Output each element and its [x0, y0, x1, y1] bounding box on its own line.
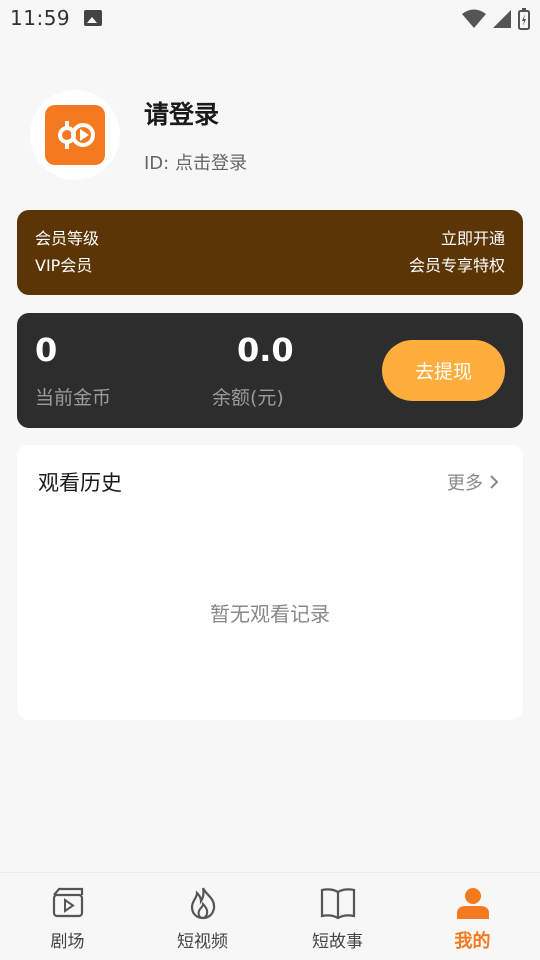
vip-level-label: 会员等级: [35, 229, 100, 248]
nav-item-theater[interactable]: 剧场: [0, 873, 135, 960]
nav-item-short-story[interactable]: 短故事: [270, 873, 405, 960]
vip-benefit-label: 会员专享特权: [408, 256, 505, 275]
bottom-nav: 剧场 短视频 短故事 我的: [0, 872, 540, 960]
balance-label: 余额(元): [212, 387, 284, 409]
nav-label-short-video: 短视频: [177, 932, 228, 952]
user-id-text[interactable]: ID: 点击登录: [144, 149, 247, 175]
vip-membership-card[interactable]: 会员等级 VIP会员 立即开通 会员专享特权: [17, 210, 523, 295]
coins-value: 0: [35, 331, 58, 369]
nav-label-theater: 剧场: [50, 932, 85, 952]
theater-icon: [50, 885, 86, 921]
balance-value: 0.0: [237, 331, 294, 369]
avatar[interactable]: [30, 90, 120, 180]
status-indicators: [462, 8, 530, 30]
user-icon: [455, 885, 491, 921]
nav-item-short-video[interactable]: 短视频: [135, 873, 270, 960]
coins-label: 当前金币: [35, 387, 112, 409]
vip-level-value: VIP会员: [35, 256, 93, 275]
vip-open-link[interactable]: 立即开通: [409, 228, 505, 250]
nav-label-mine: 我的: [454, 931, 491, 952]
app-logo-icon: [45, 105, 105, 165]
login-prompt[interactable]: 请登录: [144, 95, 247, 131]
withdraw-button[interactable]: 去提现: [382, 340, 505, 401]
wallet-card: 0 当前金币 0.0 余额(元) 去提现: [17, 313, 523, 428]
profile-header[interactable]: 请登录 ID: 点击登录: [30, 90, 247, 180]
watch-history-card: 观看历史 更多 暂无观看记录: [17, 445, 523, 720]
history-title: 观看历史: [38, 471, 122, 495]
battery-icon: [518, 8, 530, 30]
image-notification-icon: [84, 10, 103, 26]
history-more-label: 更多: [447, 473, 483, 494]
status-bar: 11:59: [0, 0, 540, 36]
flame-icon: [185, 885, 221, 921]
history-more-link[interactable]: 更多: [447, 469, 499, 495]
book-icon: [320, 885, 356, 921]
signal-icon: [493, 10, 511, 28]
wifi-icon: [462, 9, 486, 28]
history-empty-text: 暂无观看记录: [210, 602, 330, 626]
chevron-right-icon: [490, 475, 499, 489]
nav-item-mine[interactable]: 我的: [405, 873, 540, 960]
nav-label-short-story: 短故事: [312, 932, 363, 952]
status-time: 11:59: [10, 6, 71, 30]
